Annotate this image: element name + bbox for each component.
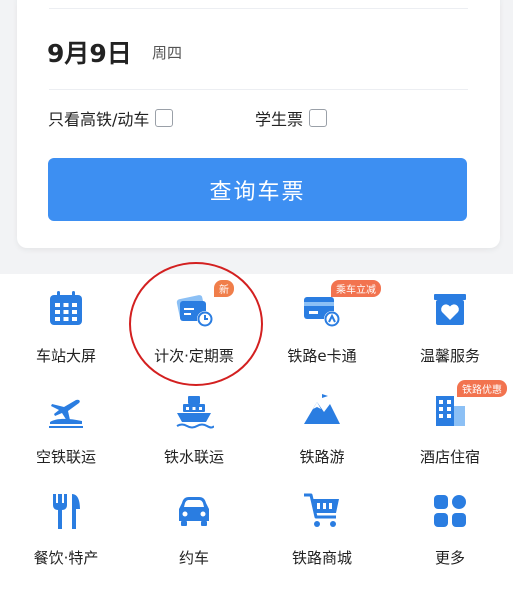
service-hotel[interactable]: 酒店住宿 铁路优惠 (386, 380, 513, 467)
service-label: 更多 (434, 549, 465, 567)
service-label: 空铁联运 (35, 448, 96, 466)
divider (49, 8, 468, 9)
service-label: 铁水联运 (163, 448, 224, 466)
service-air-rail[interactable]: 空铁联运 (2, 390, 130, 467)
grid-more-icon (430, 491, 470, 531)
student-ticket-label: 学生票 (255, 110, 304, 129)
service-station-screen[interactable]: 车站大屏 (2, 289, 130, 366)
travel-date[interactable]: 9月9日 (47, 34, 132, 70)
promo-badge: 乘车立减 (331, 280, 381, 297)
service-more[interactable]: 更多 (386, 491, 513, 568)
high-speed-only-checkbox[interactable] (155, 109, 174, 127)
station-screen-icon (46, 289, 86, 329)
fork-knife-icon (46, 491, 86, 531)
service-label: 铁路商城 (291, 549, 352, 567)
service-label: 约车 (178, 549, 209, 567)
service-label: 车站大屏 (35, 347, 96, 365)
service-label: 温馨服务 (419, 347, 480, 365)
service-rail-mall[interactable]: 铁路商城 (258, 491, 386, 568)
service-railway-e-card[interactable]: 铁路e卡通 乘车立减 (258, 280, 386, 366)
service-care[interactable]: 温馨服务 (386, 289, 513, 366)
plane-train-icon (46, 390, 86, 430)
query-tickets-button[interactable]: 查询车票 (48, 158, 467, 221)
service-label: 铁路e卡通 (287, 347, 357, 365)
highlight-circle (129, 262, 263, 386)
promo-badge: 铁路优惠 (457, 380, 507, 397)
ticket-search-card: 9月9日 周四 只看高铁/动车 学生票 查询车票 (17, 0, 500, 248)
service-ride-hailing[interactable]: 约车 (130, 491, 258, 568)
service-food-specialty[interactable]: 餐饮·特产 (2, 491, 130, 568)
student-ticket-option[interactable]: 学生票 (255, 106, 328, 130)
ship-train-icon (174, 390, 215, 430)
service-label: 铁路游 (299, 448, 345, 466)
service-rail-water[interactable]: 铁水联运 (130, 390, 258, 467)
high-speed-only-option[interactable]: 只看高铁/动车 (48, 106, 174, 130)
service-label: 餐饮·特产 (33, 549, 99, 567)
service-label: 酒店住宿 (419, 448, 480, 466)
travel-weekday: 周四 (152, 44, 183, 62)
mountain-icon (302, 390, 342, 430)
shopping-cart-icon (302, 491, 342, 531)
heart-box-icon (430, 289, 470, 329)
student-ticket-checkbox[interactable] (309, 109, 328, 127)
car-icon (174, 491, 214, 531)
service-rail-travel[interactable]: 铁路游 (258, 390, 386, 467)
divider (49, 89, 468, 90)
high-speed-only-label: 只看高铁/动车 (48, 110, 150, 129)
